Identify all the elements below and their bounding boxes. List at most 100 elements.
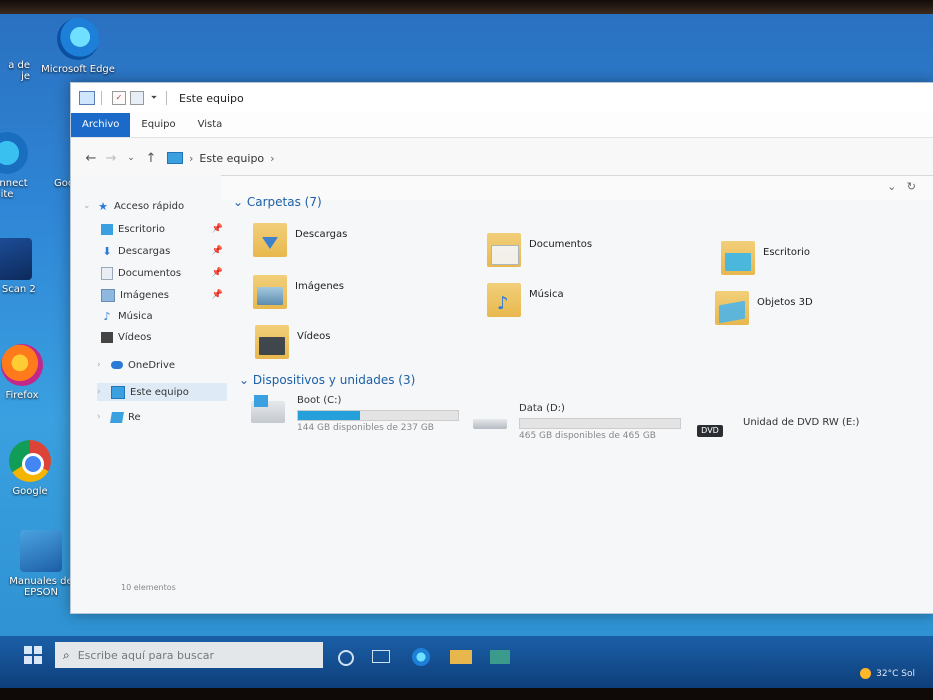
cloud-icon xyxy=(111,361,123,369)
search-icon: ⌕ xyxy=(63,647,70,662)
sidebar-item-musica[interactable]: ♪ Música xyxy=(97,307,227,325)
properties-icon[interactable]: ✓ xyxy=(112,91,126,105)
desktop-icon-edge[interactable]: Microsoft Edge xyxy=(38,18,118,75)
desktop-icon xyxy=(101,223,113,235)
store-taskbar-icon[interactable] xyxy=(490,650,510,664)
pin-icon: 📌 xyxy=(211,290,223,300)
ribbon-tabs: Archivo Equipo Vista xyxy=(71,113,933,138)
folder-label: Objetos 3D xyxy=(757,297,813,308)
folder-videos[interactable]: Vídeos xyxy=(255,325,485,365)
drive-label: Data (D:) xyxy=(519,403,565,414)
sidebar-item-imagenes[interactable]: Imágenes 📌 xyxy=(97,286,227,304)
sidebar-item-escritorio[interactable]: Escritorio 📌 xyxy=(97,220,227,238)
sidebar-item-label: Re xyxy=(128,411,141,423)
desktop-icon-label: Connect ite xyxy=(0,178,28,200)
desktop-icon-connect[interactable]: Connect ite xyxy=(0,132,42,200)
chevron-right-icon: › xyxy=(97,387,101,397)
back-arrow-icon[interactable]: ← xyxy=(81,151,101,166)
sidebar-item-documentos[interactable]: Documentos 📌 xyxy=(97,264,227,282)
task-view-icon[interactable] xyxy=(338,650,354,666)
desktop-icon-label: Microsoft Edge xyxy=(41,64,115,75)
desktop-icon-label: Google xyxy=(12,486,48,497)
breadcrumb-chevron-icon: › xyxy=(189,151,194,165)
customize-toolbar-icon[interactable]: ⏷ xyxy=(148,92,160,104)
desktop-icon-partial[interactable]: a de je xyxy=(0,60,30,82)
sidebar-item-descargas[interactable]: ⬇ Descargas 📌 xyxy=(97,242,227,260)
tab-equipo[interactable]: Equipo xyxy=(130,113,186,137)
tab-archivo[interactable]: Archivo xyxy=(71,113,131,137)
refresh-icon[interactable]: ⌄ ↻ xyxy=(887,180,916,193)
sidebar-item-este-equipo[interactable]: › Este equipo xyxy=(97,383,227,401)
computer-icon xyxy=(167,152,183,164)
file-explorer-window: ✓ ⏷ Este equipo Archivo Equipo Vista ← →… xyxy=(70,82,933,614)
recent-chevron-down-icon[interactable]: ⌄ xyxy=(121,153,141,163)
chevron-right-icon: › xyxy=(97,412,101,422)
window-title: Este equipo xyxy=(179,91,244,105)
sidebar-item-red[interactable]: › Re xyxy=(97,408,227,426)
sidebar-item-label: Documentos xyxy=(118,267,182,279)
desktop-icon-scan[interactable]: on Scan 2 xyxy=(0,238,46,295)
breadcrumb-chevron-icon[interactable]: › xyxy=(270,152,274,165)
status-bar-item-count: 10 elementos xyxy=(121,583,176,592)
epson-manual-icon xyxy=(20,530,62,572)
desktop-icon-firefox[interactable]: Firefox xyxy=(0,344,62,401)
desktop-icon-label: Firefox xyxy=(5,390,39,401)
sidebar-item-onedrive[interactable]: › OneDrive xyxy=(97,356,227,374)
address-bar[interactable]: › Este equipo › xyxy=(167,147,933,169)
windows-drive-icon xyxy=(251,395,285,423)
toolbar-strip: ⌄ ↻ xyxy=(221,175,933,200)
sidebar-item-label: Descargas xyxy=(118,245,171,257)
folders-section-header[interactable]: ⌄ Carpetas (7) xyxy=(233,195,322,209)
taskbar: ⌕ Escribe aquí para buscar 32°C Sol xyxy=(0,636,933,688)
3d-objects-folder-icon xyxy=(715,291,749,325)
video-icon xyxy=(101,331,113,343)
edge-taskbar-icon[interactable] xyxy=(412,648,430,666)
start-button[interactable] xyxy=(24,646,42,664)
edge-icon xyxy=(57,18,99,60)
new-folder-icon[interactable] xyxy=(130,91,144,105)
folder-label: Imágenes xyxy=(295,281,345,292)
file-explorer-taskbar-icon[interactable] xyxy=(450,650,472,664)
screen-bezel-bottom xyxy=(0,688,933,700)
taskbar-search-box[interactable]: ⌕ Escribe aquí para buscar xyxy=(55,642,323,668)
dvd-drive-icon: DVD xyxy=(697,425,723,437)
forward-arrow-icon[interactable]: → xyxy=(101,151,121,166)
sidebar-item-videos[interactable]: Vídeos xyxy=(97,328,227,346)
breadcrumb-item[interactable]: Este equipo xyxy=(199,152,264,165)
drive-d[interactable]: Data (D:) 465 GB disponibles de 465 GB xyxy=(473,403,683,453)
folder-imagenes[interactable]: Imágenes xyxy=(253,275,483,315)
folder-label: Vídeos xyxy=(297,331,331,342)
folder-label: Descargas xyxy=(295,229,348,240)
chevron-down-icon: ⌄ xyxy=(239,373,253,387)
folder-escritorio[interactable]: Escritorio xyxy=(721,241,933,281)
drive-usage-bar xyxy=(297,410,459,421)
pin-icon: 📌 xyxy=(211,224,223,234)
sidebar-item-label: Este equipo xyxy=(130,386,189,398)
drive-c[interactable]: Boot (C:) 144 GB disponibles de 237 GB xyxy=(251,395,461,445)
desktop-icon-label: a de je xyxy=(8,60,30,82)
pictures-folder-icon xyxy=(253,275,287,309)
music-folder-icon: ♪ xyxy=(487,283,521,317)
up-arrow-icon[interactable]: ↑ xyxy=(141,151,161,166)
multitask-icon[interactable] xyxy=(372,650,390,663)
weather-widget[interactable]: 32°C Sol xyxy=(860,668,915,679)
firefox-icon xyxy=(1,344,43,386)
pictures-icon xyxy=(101,288,115,302)
pin-icon: 📌 xyxy=(211,246,223,256)
folder-documentos[interactable]: Documentos xyxy=(487,233,717,273)
devices-section-header[interactable]: ⌄ Dispositivos y unidades (3) xyxy=(239,373,415,387)
drive-label: Boot (C:) xyxy=(297,395,342,406)
desktop-icon-google[interactable]: Google xyxy=(0,440,70,497)
tab-vista[interactable]: Vista xyxy=(187,113,234,137)
title-bar: ✓ ⏷ Este equipo xyxy=(71,83,933,113)
documents-folder-icon xyxy=(487,233,521,267)
folder-descargas[interactable]: Descargas xyxy=(253,223,483,263)
chevron-down-icon: ⌄ xyxy=(233,195,247,209)
sidebar-item-quick-access[interactable]: ⌄ ★ Acceso rápido xyxy=(83,197,243,215)
folder-objetos-3d[interactable]: Objetos 3D xyxy=(715,291,933,331)
drive-e[interactable]: DVD Unidad de DVD RW (E:) xyxy=(697,417,907,467)
sidebar-item-label: Imágenes xyxy=(120,289,170,301)
folder-musica[interactable]: ♪ Música xyxy=(487,283,717,323)
scanner-icon xyxy=(0,238,32,280)
drive-usage-bar xyxy=(519,418,681,429)
